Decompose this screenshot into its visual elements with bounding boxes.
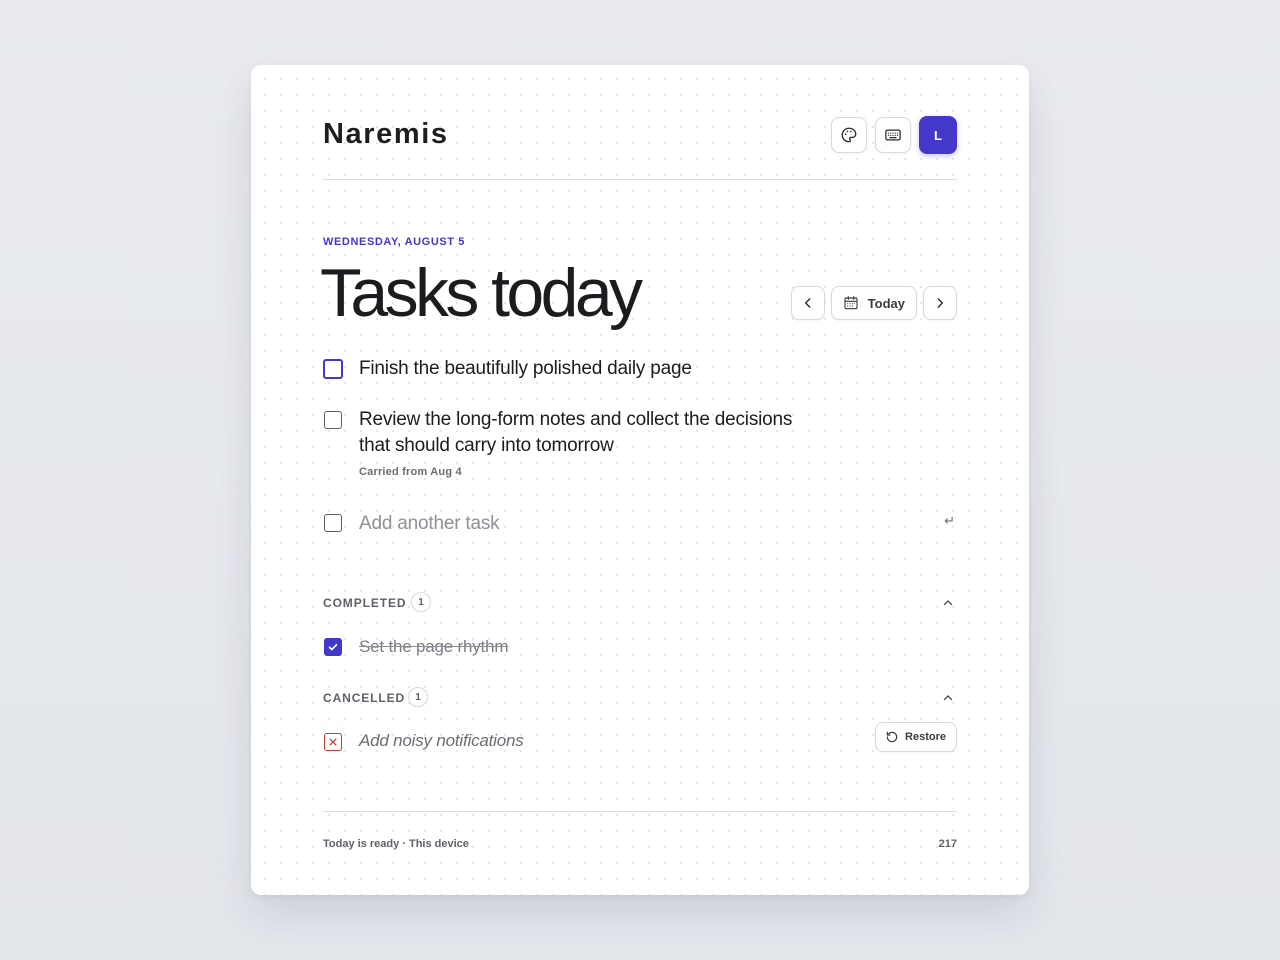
footer-divider bbox=[323, 811, 957, 812]
completed-label: COMPLETED bbox=[323, 596, 407, 610]
task-text[interactable]: Finish the beautifully polished daily pa… bbox=[359, 356, 692, 382]
calendar-icon bbox=[844, 296, 858, 310]
palette-icon bbox=[841, 127, 857, 143]
keyboard-icon bbox=[885, 129, 901, 141]
task-text-line: that should carry into tomorrow bbox=[359, 435, 614, 456]
enter-key-icon: ↵ bbox=[944, 513, 955, 528]
keyboard-shortcuts-button[interactable] bbox=[875, 117, 911, 153]
chevron-right-icon bbox=[937, 298, 944, 308]
restore-button[interactable]: Restore bbox=[875, 722, 957, 752]
date-label: WEDNESDAY, AUGUST 5 bbox=[323, 236, 465, 248]
completed-section-header[interactable]: COMPLETED 1 bbox=[323, 592, 957, 614]
completed-collapse-button[interactable] bbox=[939, 594, 957, 612]
task-carried-note: Carried from Aug 4 bbox=[359, 466, 462, 478]
today-label: Today bbox=[867, 295, 905, 311]
task-checkbox[interactable] bbox=[324, 411, 342, 429]
restore-icon bbox=[886, 731, 898, 743]
add-task-checkbox bbox=[324, 514, 342, 532]
date-navigation: Today bbox=[790, 286, 957, 320]
completed-task-text: Set the page rhythm bbox=[359, 637, 509, 656]
app-card: Naremis L WEDNESDAY, AUGUST 5 Tasks toda… bbox=[251, 65, 1029, 895]
app-content: Naremis L WEDNESDAY, AUGUST 5 Tasks toda… bbox=[320, 65, 957, 895]
task-text-line: Review the long-form notes and collect t… bbox=[359, 409, 793, 430]
theme-button[interactable] bbox=[831, 117, 867, 153]
cancelled-label: CANCELLED bbox=[323, 691, 406, 705]
task-checkbox[interactable] bbox=[323, 359, 343, 379]
cancelled-task-text: Add noisy notifications bbox=[359, 731, 524, 750]
footer-count: 217 bbox=[938, 838, 957, 850]
previous-day-button[interactable] bbox=[790, 286, 825, 320]
brand-logo: Naremis bbox=[323, 118, 449, 150]
cancelled-section-header[interactable]: CANCELLED 1 bbox=[323, 687, 957, 709]
cancelled-collapse-button[interactable] bbox=[939, 689, 957, 707]
chevron-up-icon bbox=[943, 695, 953, 701]
today-button[interactable]: Today bbox=[830, 286, 917, 320]
page-title: Tasks today bbox=[320, 255, 643, 331]
add-task-input[interactable] bbox=[359, 510, 919, 538]
task-text[interactable]: Review the long-form notes and collect t… bbox=[359, 407, 792, 459]
next-day-button[interactable] bbox=[923, 286, 957, 320]
completed-count-badge: 1 bbox=[411, 592, 431, 612]
restore-label: Restore bbox=[905, 731, 946, 743]
footer-status: Today is ready · This device bbox=[323, 838, 469, 850]
close-icon bbox=[329, 738, 337, 746]
user-avatar[interactable]: L bbox=[919, 116, 957, 154]
chevron-left-icon bbox=[804, 298, 811, 308]
header-actions: L bbox=[831, 116, 957, 154]
header-divider bbox=[323, 179, 957, 180]
checkmark-icon bbox=[328, 643, 338, 651]
cancelled-task-checkbox[interactable] bbox=[324, 733, 342, 751]
cancelled-count-badge: 1 bbox=[408, 687, 428, 707]
completed-task-checkbox[interactable] bbox=[324, 638, 342, 656]
chevron-up-icon bbox=[943, 600, 953, 606]
